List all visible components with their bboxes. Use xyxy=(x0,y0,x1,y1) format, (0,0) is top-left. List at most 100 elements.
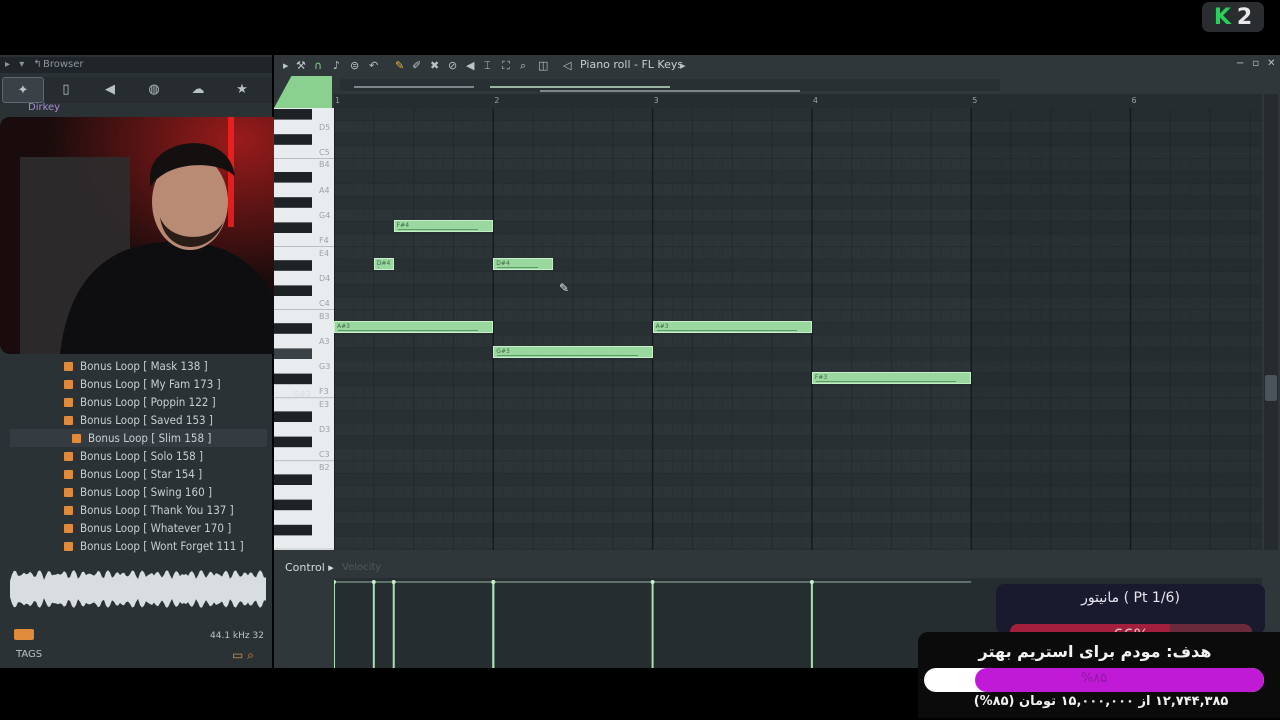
file-icon[interactable]: ▯ xyxy=(46,77,86,101)
audio-file-icon xyxy=(64,415,73,425)
file-item[interactable]: Bonus Loop [ Slim 158 ] xyxy=(72,429,211,447)
file-name: Bonus Loop [ Thank You 137 ] xyxy=(80,503,234,517)
key-label: A3 xyxy=(319,336,330,346)
hover-key-label: G#3 xyxy=(293,390,311,399)
file-name: Bonus Loop [ Solo 158 ] xyxy=(80,449,204,463)
bar-number: 4 xyxy=(812,96,818,105)
key-label: C3 xyxy=(319,450,330,460)
channel-logo: K2 xyxy=(1202,2,1264,32)
browser-tabs: ✦ ▯ ◀ ◍ ☁ ★ xyxy=(0,77,272,103)
audio-file-icon xyxy=(64,379,73,389)
audio-file-icon xyxy=(64,361,73,371)
file-name: Bonus Loop [ Mask 138 ] xyxy=(80,359,208,373)
timeline-ruler[interactable] xyxy=(334,94,1262,108)
file-name: Bonus Loop [ Slim 158 ] xyxy=(88,431,212,445)
file-item[interactable]: Bonus Loop [ Wont Forget 111 ] xyxy=(64,537,244,555)
note-fs4[interactable]: F#4 xyxy=(393,220,494,233)
select-icon[interactable]: ⛶ xyxy=(502,59,510,73)
speaker-icon[interactable]: ◁ xyxy=(563,59,571,72)
bar-number: 6 xyxy=(1131,96,1137,105)
all-icon[interactable]: ✦ xyxy=(2,77,44,103)
wrench-icon[interactable]: ⚒ xyxy=(296,59,306,72)
velocity-handle xyxy=(650,580,655,584)
delete-icon[interactable]: ✖ xyxy=(430,59,439,72)
key-label: A4 xyxy=(319,185,330,195)
control-label[interactable]: Control ▸ xyxy=(285,561,334,574)
key-label: B2 xyxy=(319,462,330,472)
globe-icon[interactable]: ◍ xyxy=(134,77,174,101)
mute-icon[interactable]: ⊘ xyxy=(448,59,457,72)
file-item[interactable]: Bonus Loop [ Solo 158 ] xyxy=(64,447,203,465)
undo-icon[interactable]: ↶ xyxy=(369,59,378,72)
file-name: Bonus Loop [ Saved 153 ] xyxy=(80,413,213,427)
paint-icon[interactable]: ✐ xyxy=(412,59,421,72)
preview-play-button[interactable] xyxy=(14,629,34,640)
control-param[interactable]: Velocity xyxy=(342,562,381,573)
sample-waveform xyxy=(10,560,267,618)
file-item[interactable]: Bonus Loop [ Thank You 137 ] xyxy=(64,501,234,519)
bar-number: 3 xyxy=(653,96,659,105)
note-as3[interactable]: A#3 xyxy=(652,321,812,334)
piano-roll-toolbar xyxy=(274,56,1280,76)
window-controls[interactable]: −▫✕ xyxy=(1236,58,1280,69)
key-label: B3 xyxy=(319,311,330,321)
file-item[interactable]: Bonus Loop [ Swing 160 ] xyxy=(64,483,212,501)
cloud-icon[interactable]: ☁ xyxy=(178,77,218,101)
title-arrow-icon[interactable]: ▸ xyxy=(680,59,686,72)
audio-file-icon xyxy=(64,469,73,479)
file-item[interactable]: Bonus Loop [ Poppin 122 ] xyxy=(64,393,216,411)
piano-keyboard[interactable] xyxy=(274,108,334,574)
file-name: Bonus Loop [ Poppin 122 ] xyxy=(80,395,216,409)
slice-icon[interactable]: ⌶ xyxy=(484,59,491,73)
control-bar xyxy=(274,556,1280,578)
zoom-icon[interactable]: ⌕ xyxy=(520,59,526,73)
streamer-image xyxy=(0,117,317,354)
key-label: D3 xyxy=(319,425,331,434)
pencil-icon[interactable]: ✎ xyxy=(395,59,404,72)
monitor-title: مانیتور ( Pt 1/6) xyxy=(1081,590,1180,606)
key-label: D4 xyxy=(319,273,331,283)
tags-label: TAGS xyxy=(16,649,43,660)
file-item[interactable]: Bonus Loop [ Whatever 170 ] xyxy=(64,519,231,537)
vertical-scrollbar[interactable] xyxy=(1264,94,1278,550)
vertical-scroll-thumb[interactable] xyxy=(1265,375,1277,401)
note-ds4[interactable]: D#4 xyxy=(373,258,394,271)
file-name: Bonus Loop [ Whatever 170 ] xyxy=(80,521,232,535)
velocity-handle xyxy=(391,580,396,584)
note-icon[interactable]: ♪ xyxy=(333,59,340,72)
audio-file-icon xyxy=(64,523,73,533)
folder-dirkey[interactable]: Dirkey xyxy=(28,102,60,113)
velocity-handle xyxy=(371,580,376,584)
note-fs3[interactable]: F#3 xyxy=(811,371,972,384)
play-mode-icon[interactable]: ⊜ xyxy=(350,59,359,72)
menu-arrow-icon[interactable]: ▸ xyxy=(283,59,289,72)
note-gs3[interactable]: G#3 xyxy=(493,346,653,359)
file-name: Bonus Loop [ Swing 160 ] xyxy=(80,485,212,499)
goal-percent: %۸۵ xyxy=(1080,671,1108,686)
search-icon[interactable]: ▭ ⌕ xyxy=(232,648,254,663)
piano-roll-title[interactable]: Piano roll - FL Keys xyxy=(580,58,683,71)
top-letterbox xyxy=(0,0,1280,55)
file-item[interactable]: Bonus Loop [ My Fam 173 ] xyxy=(64,375,221,393)
magnet-icon[interactable]: ∩ xyxy=(314,59,322,72)
pencil-cursor-icon: ✎ xyxy=(559,281,570,295)
browser-nav-icons[interactable]: ▸ ▾ ↰ xyxy=(5,59,45,70)
audio-file-icon xyxy=(64,541,73,551)
star-icon[interactable]: ★ xyxy=(222,77,262,101)
playback-icon[interactable]: ◫ xyxy=(538,59,548,72)
file-item[interactable]: Bonus Loop [ Star 154 ] xyxy=(64,465,202,483)
note-ds4[interactable]: D#4 xyxy=(493,258,554,271)
note-as3[interactable]: A#3 xyxy=(334,321,494,334)
speaker-mute-icon[interactable]: ◀ xyxy=(466,59,474,72)
file-item[interactable]: Bonus Loop [ Mask 138 ] xyxy=(64,357,208,375)
file-name: Bonus Loop [ My Fam 173 ] xyxy=(80,377,221,391)
key-label: E3 xyxy=(319,399,330,409)
audio-file-icon xyxy=(64,397,73,407)
speaker-icon[interactable]: ◀ xyxy=(90,77,130,101)
audio-file-icon xyxy=(64,451,73,461)
key-label: E4 xyxy=(319,248,330,258)
browser-title: Browser xyxy=(43,59,84,70)
horizontal-scrollbar[interactable] xyxy=(340,79,1000,92)
key-label: G3 xyxy=(319,362,331,371)
file-item[interactable]: Bonus Loop [ Saved 153 ] xyxy=(64,411,213,429)
